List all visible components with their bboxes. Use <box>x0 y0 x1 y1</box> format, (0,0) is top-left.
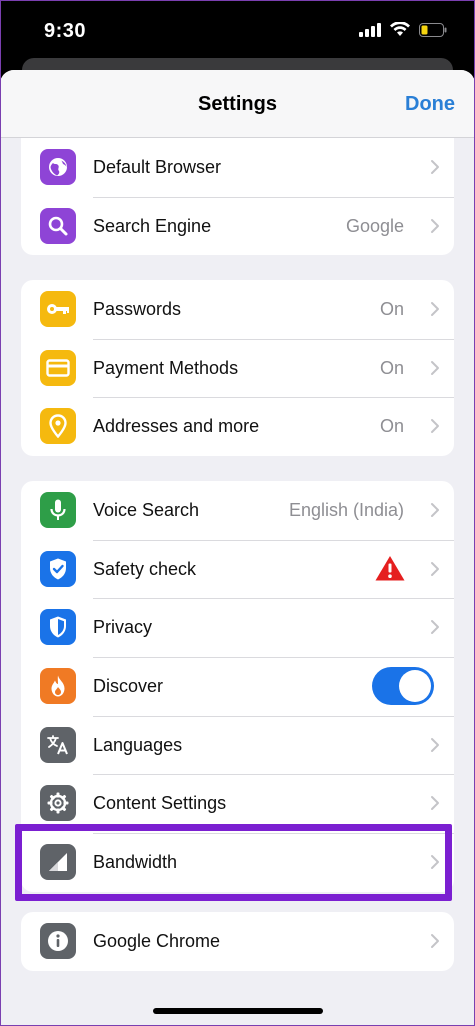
row-label: Addresses and more <box>93 416 260 437</box>
key-icon <box>40 291 76 327</box>
battery-low-icon <box>419 22 447 37</box>
chevron-right-icon <box>431 419 439 434</box>
row-label: Content Settings <box>93 793 227 814</box>
warning-icon <box>375 555 405 581</box>
signal-icon <box>359 22 381 37</box>
row-value: English (India) <box>288 499 404 520</box>
row-languages[interactable]: Languages <box>21 715 454 775</box>
row-search-engine[interactable]: Search Engine Google <box>21 196 454 256</box>
row-label: Google Chrome <box>93 930 221 951</box>
row-label: Safety check <box>93 558 197 579</box>
microphone-icon <box>40 492 76 528</box>
chevron-right-icon <box>431 160 439 174</box>
row-label: Languages <box>93 734 183 755</box>
row-addresses[interactable]: Addresses and more On <box>21 397 454 456</box>
row-label: Passwords <box>93 298 182 319</box>
chevron-right-icon <box>431 796 439 811</box>
chevron-right-icon <box>431 302 439 316</box>
settings-group-autofill: Passwords On Payment Methods On Addresse… <box>21 280 454 457</box>
row-default-browser[interactable]: Default Browser <box>21 138 454 197</box>
row-label: Search Engine <box>93 215 212 236</box>
info-icon <box>40 923 76 959</box>
translate-icon <box>40 726 76 763</box>
location-pin-icon <box>40 408 76 445</box>
discover-toggle[interactable] <box>372 667 434 706</box>
chevron-right-icon <box>431 561 439 576</box>
done-button[interactable]: Done <box>405 93 455 116</box>
row-passwords[interactable]: Passwords On <box>21 280 454 339</box>
toggle-knob <box>399 670 431 703</box>
flame-icon <box>40 668 76 705</box>
chevron-right-icon <box>431 737 439 752</box>
row-google-chrome[interactable]: Google Chrome <box>21 912 454 971</box>
page-title: Settings <box>198 93 277 115</box>
wifi-icon <box>390 22 410 36</box>
chevron-right-icon <box>431 218 439 233</box>
row-label: Discover <box>93 675 164 696</box>
bandwidth-highlight-box <box>15 824 452 901</box>
row-label: Voice Search <box>93 499 200 520</box>
row-safety-check[interactable]: Safety check <box>21 539 454 599</box>
row-privacy[interactable]: Privacy <box>21 598 454 657</box>
row-payment-methods[interactable]: Payment Methods On <box>21 338 454 398</box>
status-icons <box>359 22 447 37</box>
status-time: 9:30 <box>44 20 87 42</box>
shield-check-icon <box>40 550 76 587</box>
row-label: Privacy <box>93 617 153 638</box>
shield-icon <box>40 609 76 646</box>
row-value: Google <box>345 215 404 236</box>
row-label: Default Browser <box>93 156 222 177</box>
status-bar: 9:30 <box>0 0 475 62</box>
row-value: On <box>379 416 404 437</box>
home-indicator <box>153 1008 323 1014</box>
settings-group-browser: Default Browser Search Engine Google <box>21 138 454 256</box>
globe-icon <box>40 149 76 185</box>
chevron-right-icon <box>431 503 439 517</box>
search-icon <box>40 207 76 244</box>
row-voice-search[interactable]: Voice Search English (India) <box>21 481 454 540</box>
row-discover[interactable]: Discover <box>21 657 454 716</box>
credit-card-icon <box>40 349 76 386</box>
gear-icon <box>40 785 76 822</box>
chevron-right-icon <box>431 934 439 948</box>
row-value: On <box>379 298 404 319</box>
row-label: Payment Methods <box>93 357 239 378</box>
settings-group-about: Google Chrome <box>21 912 454 971</box>
chevron-right-icon <box>431 360 439 375</box>
chevron-right-icon <box>431 620 439 635</box>
row-value: On <box>379 357 404 378</box>
navigation-bar: Settings Done <box>0 70 475 138</box>
